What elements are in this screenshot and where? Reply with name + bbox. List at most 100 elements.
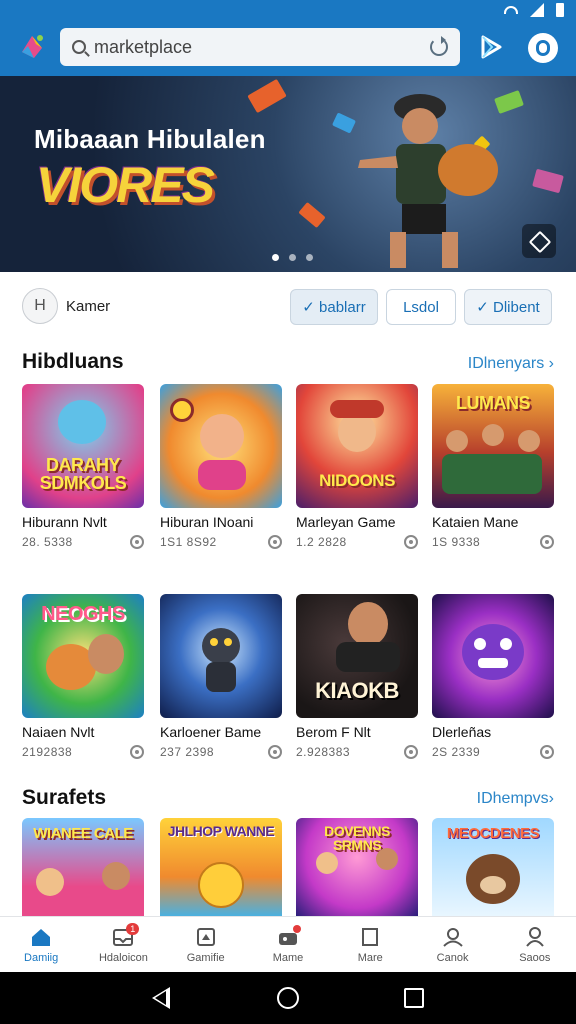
character-shape: [210, 638, 218, 646]
game-thumb-title: LUMANS: [456, 393, 531, 413]
nav-item-inbox[interactable]: 1 Hdaloicon: [82, 917, 164, 972]
signal-icon: [530, 3, 544, 17]
game-thumb-title: MEOCDENES: [446, 825, 540, 842]
game-card[interactable]: MEOCDENES: [432, 818, 554, 916]
game-card[interactable]: Dlerleñas 2S 2339: [432, 594, 554, 759]
game-downloads: 1.2 2828: [296, 535, 347, 549]
nav-label: Mare: [357, 952, 383, 964]
download-icon[interactable]: [404, 535, 418, 549]
see-all-link[interactable]: IDlnenyars ›: [468, 355, 554, 373]
app-screen: marketplace Mibaaan Hibulalen VIORES H K…: [0, 0, 576, 1024]
game-thumbnail[interactable]: NIDOONS: [296, 384, 418, 508]
back-icon[interactable]: [152, 987, 170, 1009]
app-logo-icon[interactable]: [16, 30, 48, 62]
game-thumbnail[interactable]: LUMANS: [432, 384, 554, 508]
nav-item-home[interactable]: Damiig: [0, 917, 82, 972]
nav-item-account[interactable]: Canok: [411, 917, 493, 972]
filter-chip[interactable]: Lsdol: [386, 289, 456, 325]
character-shape: [88, 634, 124, 674]
game-title: Kataien Mane: [432, 514, 519, 530]
game-downloads: 2.928383: [296, 745, 351, 759]
carousel-dot[interactable]: [272, 254, 279, 261]
filter-chip[interactable]: ✓ bablarr: [290, 289, 378, 325]
download-icon[interactable]: [404, 745, 418, 759]
game-thumbnail[interactable]: KIAOKB: [296, 594, 418, 718]
character-shape: [316, 852, 338, 874]
game-downloads: 28. 5338: [22, 535, 73, 549]
filter-chip[interactable]: ✓ Dlibent: [464, 289, 552, 325]
game-thumbnail[interactable]: DOVENNS SRMNS: [296, 818, 418, 916]
banner-title: Mibaaan Hibulalen: [34, 124, 266, 154]
see-all-link[interactable]: IDhempvs›: [477, 790, 554, 808]
status-bar: [0, 0, 576, 22]
carousel-dot[interactable]: [289, 254, 296, 261]
game-thumbnail[interactable]: MEOCDENES: [432, 818, 554, 916]
game-card[interactable]: KIAOKB Berom F Nlt 2.928383: [296, 594, 418, 759]
character-shape: [462, 624, 524, 680]
character-shape: [500, 638, 512, 650]
user-name: Kamer: [66, 298, 111, 315]
download-icon[interactable]: [130, 535, 144, 549]
nav-item-games[interactable]: Gamifie: [165, 917, 247, 972]
search-bar[interactable]: marketplace: [60, 28, 460, 66]
game-thumb-title: DARAHY SDMKOLS: [39, 455, 127, 493]
home-icon: [32, 929, 51, 946]
section-title: Surafets: [22, 786, 107, 809]
carousel-dot[interactable]: [306, 254, 313, 261]
refresh-icon[interactable]: [430, 36, 448, 56]
download-icon[interactable]: [268, 535, 282, 549]
nav-label: Canok: [436, 952, 469, 964]
game-card[interactable]: Karloener Bame 237 2398: [160, 594, 282, 759]
nav-label: Gamifie: [186, 952, 225, 964]
game-card[interactable]: NEOGHS Naiaen Nvlt 2192838: [22, 594, 144, 759]
download-icon[interactable]: [540, 535, 554, 549]
game-card[interactable]: NIDOONS Marleyan Game 1.2 2828: [296, 384, 418, 549]
game-title: Hiburan INoani: [160, 514, 254, 530]
avatar[interactable]: H: [22, 288, 58, 324]
play-store-icon[interactable]: [478, 34, 504, 60]
nav-item-profile[interactable]: Saoos: [494, 917, 576, 972]
system-navigation-bar: [0, 972, 576, 1024]
game-card[interactable]: DARAHY SDMKOLS Hiburann Nvlt 28. 5338: [22, 384, 144, 549]
character-shape: [480, 876, 506, 894]
home-button-icon[interactable]: [277, 987, 299, 1009]
game-card[interactable]: WIANEE CALE: [22, 818, 144, 916]
game-card[interactable]: DOVENNS SRMNS: [296, 818, 418, 916]
game-thumbnail[interactable]: DARAHY SDMKOLS: [22, 384, 144, 508]
nav-item-apps[interactable]: Mame: [247, 917, 329, 972]
featured-banner[interactable]: Mibaaan Hibulalen VIORES: [0, 76, 576, 272]
expand-icon[interactable]: [522, 224, 556, 258]
character-shape: [446, 430, 468, 452]
game-title: Naiaen Nvlt: [22, 724, 95, 740]
game-card[interactable]: LUMANS Kataien Mane 1S 9338: [432, 384, 554, 549]
nav-item-bookmarks[interactable]: Mare: [329, 917, 411, 972]
game-downloads: 1S 9338: [432, 535, 481, 549]
game-thumbnail[interactable]: [432, 594, 554, 718]
search-input[interactable]: marketplace: [94, 37, 430, 58]
character-shape: [338, 412, 376, 452]
game-card[interactable]: Hiburan INoani 1S1 8S92: [160, 384, 282, 549]
game-thumbnail[interactable]: NEOGHS: [22, 594, 144, 718]
download-icon[interactable]: [540, 745, 554, 759]
character-shape: [348, 602, 388, 646]
game-thumbnail[interactable]: [160, 594, 282, 718]
game-title: Berom F Nlt: [296, 724, 371, 740]
confetti-shape: [247, 78, 287, 114]
notification-dot: [292, 925, 301, 933]
character-shape: [442, 454, 542, 494]
profile-icon[interactable]: [528, 33, 558, 63]
download-icon[interactable]: [130, 745, 144, 759]
account-icon: [442, 928, 463, 947]
game-thumbnail[interactable]: WIANEE CALE: [22, 818, 144, 916]
character-shape: [376, 848, 398, 870]
game-thumbnail[interactable]: [160, 384, 282, 508]
game-thumbnail[interactable]: JHLHOP WANNE: [160, 818, 282, 916]
recent-apps-icon[interactable]: [404, 988, 424, 1008]
download-icon[interactable]: [268, 745, 282, 759]
game-card[interactable]: JHLHOP WANNE: [160, 818, 282, 916]
game-downloads: 2192838: [22, 745, 73, 759]
character-shape: [102, 862, 130, 890]
game-thumb-title: NIDOONS: [319, 470, 395, 490]
search-icon: [72, 40, 86, 54]
notification-badge: 1: [126, 923, 140, 935]
